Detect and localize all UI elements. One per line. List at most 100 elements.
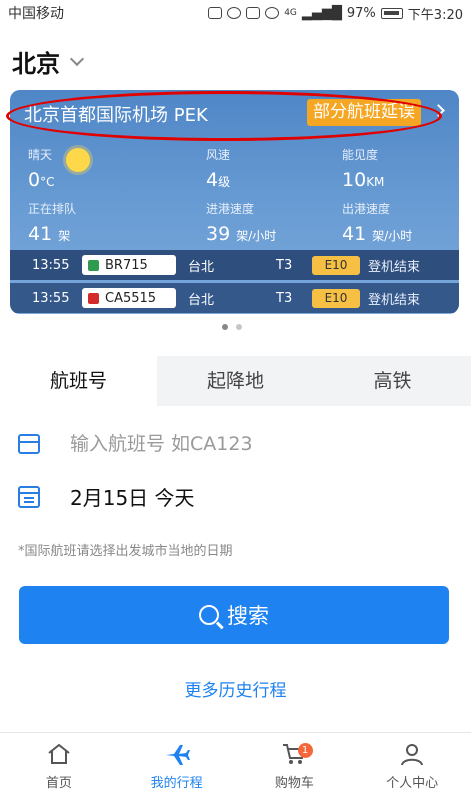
weather-value-wrap: 0°C xyxy=(28,169,54,191)
nfc-icon xyxy=(208,7,223,19)
search-icon xyxy=(199,605,219,625)
signal-icon: ▂▄▆█ xyxy=(301,5,342,21)
queue-value-wrap: 41 架 xyxy=(28,223,76,245)
tab-train[interactable]: 高铁 xyxy=(314,356,471,406)
departure-stat: 出港速度 41 架/小时 xyxy=(342,200,412,245)
flight-number-row[interactable] xyxy=(18,424,448,464)
chevron-right-icon[interactable] xyxy=(432,104,445,117)
arrival-unit: 架/小时 xyxy=(236,229,277,243)
delay-badge[interactable]: 部分航班延误 xyxy=(307,99,421,126)
airline-logo-icon xyxy=(88,292,99,304)
flight-status: 登机结束 xyxy=(368,259,421,275)
visibility-stat: 能见度 10KM xyxy=(342,146,384,191)
queue-value: 41 xyxy=(28,223,53,245)
queue-unit: 架 xyxy=(58,229,71,243)
nav-home[interactable]: 首页 xyxy=(0,733,118,800)
date-row[interactable]: 2月15日 今天 xyxy=(18,482,195,511)
flight-code-pill: CA5515 xyxy=(82,288,176,308)
visibility-unit: KM xyxy=(366,175,385,189)
weather-unit: °C xyxy=(40,175,55,189)
flight-row[interactable]: 13:55 BR715 台北 T3 E10 登机结束 xyxy=(10,250,459,280)
search-form: 2月15日 今天 *国际航班请选择出发城市当地的日期 搜索 更多历史行程 xyxy=(0,406,471,732)
date-note: *国际航班请选择出发城市当地的日期 xyxy=(18,544,233,559)
departure-label: 出港速度 xyxy=(342,202,391,216)
airport-header[interactable]: 北京首都国际机场 PEK 部分航班延误 xyxy=(10,90,459,134)
carousel-dot[interactable] xyxy=(236,324,242,330)
flight-time: 13:55 xyxy=(32,290,70,306)
search-tabs: 航班号 起降地 高铁 xyxy=(0,356,471,406)
flight-code: CA5515 xyxy=(105,290,157,306)
home-icon xyxy=(46,742,72,766)
airline-logo-icon xyxy=(88,259,99,271)
plane-icon xyxy=(164,742,190,766)
nav-cart-label: 购物车 xyxy=(274,776,314,791)
flight-terminal: T3 xyxy=(276,257,293,273)
visibility-value-wrap: 10KM xyxy=(342,169,384,191)
tab-route[interactable]: 起降地 xyxy=(157,356,314,406)
flight-code-pill: BR715 xyxy=(82,255,176,275)
arrival-value: 39 xyxy=(206,223,231,245)
carrier-label: 中国移动 xyxy=(8,6,64,22)
search-button-label: 搜索 xyxy=(227,604,269,628)
sun-icon xyxy=(66,148,90,172)
chevron-down-icon xyxy=(69,51,85,66)
flight-gate: E10 xyxy=(312,256,360,275)
more-history-link[interactable]: 更多历史行程 xyxy=(0,676,471,701)
arrival-value-wrap: 39 架/小时 xyxy=(206,223,276,245)
departure-value-wrap: 41 架/小时 xyxy=(342,223,412,245)
nav-profile[interactable]: 个人中心 xyxy=(353,733,471,800)
carousel-dot[interactable] xyxy=(222,324,228,330)
status-icons: 4G ▂▄▆█ 97% 下午3:20 xyxy=(208,4,463,23)
flight-status: 登机结束 xyxy=(368,292,421,308)
flight-number-input[interactable] xyxy=(70,433,400,455)
weather-label: 晴天 xyxy=(28,148,53,162)
wind-value-wrap: 4级 xyxy=(206,169,230,191)
weather-value: 0 xyxy=(28,169,41,191)
city-selector[interactable]: 北京 xyxy=(12,44,85,79)
flight-code: BR715 xyxy=(105,257,148,273)
alarm-icon xyxy=(227,7,242,19)
flight-row[interactable]: 13:55 CA5515 台北 T3 E10 登机结束 xyxy=(10,283,459,313)
departure-unit: 架/小时 xyxy=(372,229,413,243)
flight-time: 13:55 xyxy=(32,257,70,273)
user-icon xyxy=(399,742,425,766)
flight-destination: 台北 xyxy=(188,292,215,308)
cart-badge: 1 xyxy=(297,743,313,758)
wind-label: 风速 xyxy=(206,148,231,162)
weather-stat: 晴天 0°C xyxy=(28,146,54,191)
flight-destination: 台北 xyxy=(188,259,215,275)
queue-stat: 正在排队 41 架 xyxy=(28,200,76,245)
departure-value: 41 xyxy=(342,223,367,245)
arrival-label: 进港速度 xyxy=(206,202,255,216)
date-value[interactable]: 2月15日 今天 xyxy=(70,482,195,511)
wind-value: 4 xyxy=(206,169,219,191)
wind-unit: 级 xyxy=(218,175,231,189)
arrival-stat: 进港速度 39 架/小时 xyxy=(206,200,276,245)
status-bar: 中国移动 4G ▂▄▆█ 97% 下午3:20 xyxy=(0,0,471,26)
ticket-icon xyxy=(18,434,40,454)
battery-icon xyxy=(380,7,403,19)
clock-label: 下午3:20 xyxy=(407,7,463,23)
hd-icon xyxy=(246,7,261,19)
carousel-dots xyxy=(222,324,242,330)
airport-card[interactable]: 北京首都国际机场 PEK 部分航班延误 晴天 0°C 风速 4级 能见度 10K… xyxy=(10,90,459,314)
nav-profile-label: 个人中心 xyxy=(386,776,439,791)
network-label: 4G xyxy=(284,8,297,18)
search-button[interactable]: 搜索 xyxy=(19,586,449,644)
bottom-nav: 首页 我的行程 1 购物车 个人中心 xyxy=(0,732,471,800)
airport-name: 北京首都国际机场 PEK xyxy=(24,105,208,126)
visibility-value: 10 xyxy=(342,169,367,191)
tab-flight-number[interactable]: 航班号 xyxy=(0,356,157,406)
calendar-icon xyxy=(18,485,40,508)
flight-terminal: T3 xyxy=(276,290,293,306)
queue-label: 正在排队 xyxy=(28,202,77,216)
eye-icon xyxy=(265,7,280,19)
visibility-label: 能见度 xyxy=(342,148,379,162)
nav-cart[interactable]: 1 购物车 xyxy=(236,733,354,800)
wind-stat: 风速 4级 xyxy=(206,146,230,191)
city-name: 北京 xyxy=(12,50,60,78)
nav-my-trips[interactable]: 我的行程 xyxy=(118,733,236,800)
battery-percent: 97% xyxy=(346,5,376,21)
nav-my-trips-label: 我的行程 xyxy=(150,776,203,791)
nav-home-label: 首页 xyxy=(45,776,72,791)
